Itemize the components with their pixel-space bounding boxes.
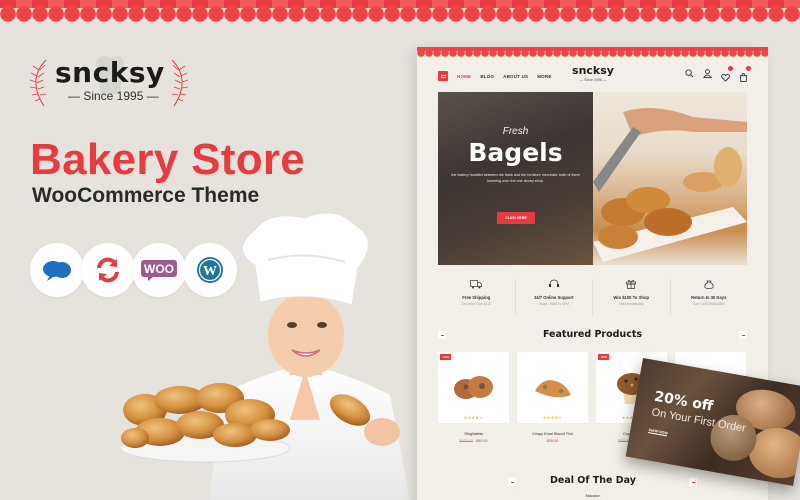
deal-product-name: Macaron [585, 494, 601, 498]
product-image[interactable]: ★★★★★ [517, 352, 588, 423]
product-card[interactable]: -10% ★★★★★ Sfogliatella $100.00 $90.00 [438, 352, 509, 443]
rating-stars: ★★★★★ [463, 415, 484, 420]
heart-icon [721, 73, 730, 82]
promo-shop-now-button[interactable]: SHOP NOW [648, 428, 669, 437]
hero-photo-croissants [593, 92, 747, 265]
cart-icon [739, 72, 748, 82]
search-icon[interactable] [685, 69, 694, 78]
truck-icon [470, 280, 483, 289]
hero-title: Bagels [468, 138, 563, 167]
chef-photo [120, 212, 410, 500]
hero-kicker: Fresh [502, 126, 529, 137]
gift-icon [626, 280, 637, 289]
mockup-awning-scallop [417, 50, 768, 58]
discount-tag: -10% [440, 354, 452, 360]
wishlist-count-badge [728, 66, 733, 71]
product-image[interactable]: -10% ★★★★★ [438, 352, 509, 423]
product-price: $35.00 [546, 439, 559, 443]
feature-win-shop: Win $100 To Shop Get Membership [593, 279, 671, 315]
money-bag-icon [704, 280, 714, 289]
product-price: $100.00 $90.00 [459, 439, 488, 443]
deal-of-day-title: Deal Of The Day [549, 475, 636, 486]
nav-icons [685, 66, 751, 82]
features-row: Free Shipping On Order Over $100 24/7 On… [438, 279, 747, 315]
user-icon[interactable] [703, 69, 712, 78]
nav-link-more[interactable]: MORE [537, 74, 551, 79]
croissant-tray-image [593, 108, 747, 262]
rating-stars: ★★★★★ [542, 415, 563, 420]
feature-return: Return In 30 Days Call +1(407)456-8800 [671, 279, 748, 315]
product-card[interactable]: ★★★★★ Crispy Khari Biscuit Roll $35.00 [517, 352, 588, 443]
headset-icon [548, 279, 559, 287]
featured-next-button[interactable] [739, 331, 747, 339]
chat-bubble-icon [43, 261, 71, 281]
hero-cta-button[interactable]: CLICK HERE [497, 212, 535, 224]
brand-name: sncksy [55, 56, 165, 89]
hero-description: the bakery huddled between the bank and … [451, 173, 580, 183]
discount-tag: -50% [598, 354, 610, 360]
product-name[interactable]: Crispy Khari Biscuit Roll [517, 432, 588, 436]
wheat-left-icon [30, 59, 47, 107]
page-title: Bakery Store [30, 135, 306, 184]
mockup-logo[interactable]: sncksy — Since 1995 — [559, 62, 627, 88]
deal-next-button[interactable] [689, 478, 697, 486]
wishlist-button[interactable] [721, 66, 733, 82]
badge-support [30, 243, 84, 297]
biscuit-roll-image [534, 379, 571, 397]
sfogliatella-image [453, 375, 493, 399]
product-name[interactable]: Sfogliatella [438, 432, 509, 436]
hamburger-menu-button[interactable] [438, 71, 448, 81]
nav-link-about[interactable]: ABOUT US [503, 74, 528, 79]
feature-online-support: 24/7 Online Support Hours : 9AM To 5PM [516, 279, 593, 315]
featured-products-title: Featured Products [542, 329, 643, 340]
brand-tagline: — Since 1995 — [68, 89, 159, 103]
feature-free-shipping: Free Shipping On Order Over $100 [438, 279, 516, 315]
nav-link-blog[interactable]: BLOG [480, 74, 494, 79]
page-subtitle: WooCommerce Theme [32, 184, 260, 207]
brand-logo: sncksy — Since 1995 — [30, 52, 190, 108]
cart-button[interactable] [739, 66, 751, 82]
nav-link-home[interactable]: HOME [457, 74, 471, 79]
hero-banner: Fresh Bagels the bakery huddled between … [438, 92, 747, 265]
wheat-right-icon [171, 59, 188, 107]
awning-scallop [0, 6, 800, 22]
cart-count-badge [746, 66, 751, 71]
refresh-icon [97, 257, 119, 283]
